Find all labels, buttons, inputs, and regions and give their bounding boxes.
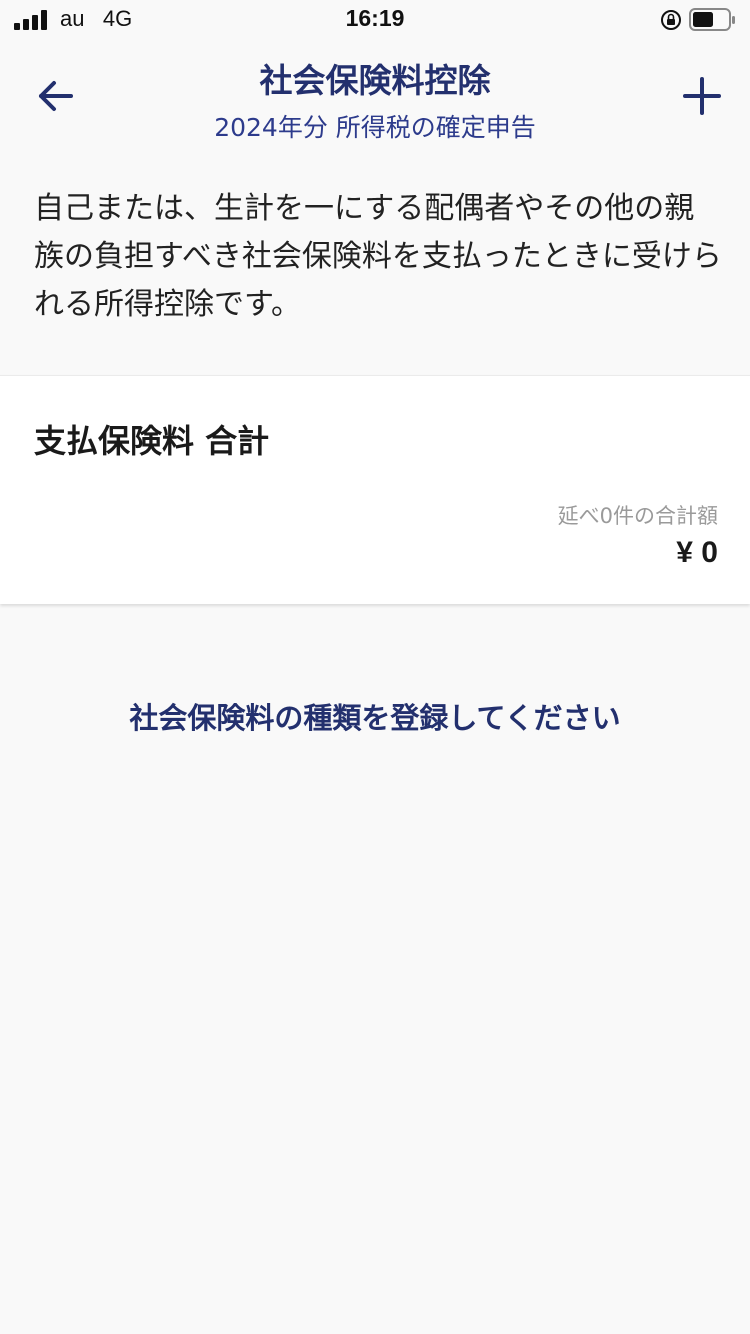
- premium-total-card: 支払保険料 合計 延べ0件の合計額 ¥ 0: [0, 375, 750, 604]
- plus-icon: [683, 77, 721, 115]
- page-title: 社会保険料控除: [259, 61, 491, 100]
- status-bar: au 4G 16:19: [0, 0, 750, 40]
- total-amount: ¥ 0: [676, 536, 718, 569]
- status-time: 16:19: [345, 5, 405, 31]
- empty-state-message: 社会保険料の種類を登録してください: [129, 701, 621, 735]
- total-count-label: 延べ0件の合計額: [557, 504, 718, 528]
- add-button[interactable]: [678, 72, 726, 120]
- battery-icon: [689, 8, 735, 31]
- page-subtitle: 2024年分 所得税の確定申告: [214, 113, 536, 142]
- deduction-description: 自己または、生計を一にする配偶者やその他の親族の負担すべき社会保険料を支払ったと…: [34, 191, 722, 322]
- card-title: 支払保険料 合計: [34, 422, 270, 460]
- orientation-lock-icon: [661, 10, 681, 30]
- nav-bar: 社会保険料控除 2024年分 所得税の確定申告: [0, 40, 750, 155]
